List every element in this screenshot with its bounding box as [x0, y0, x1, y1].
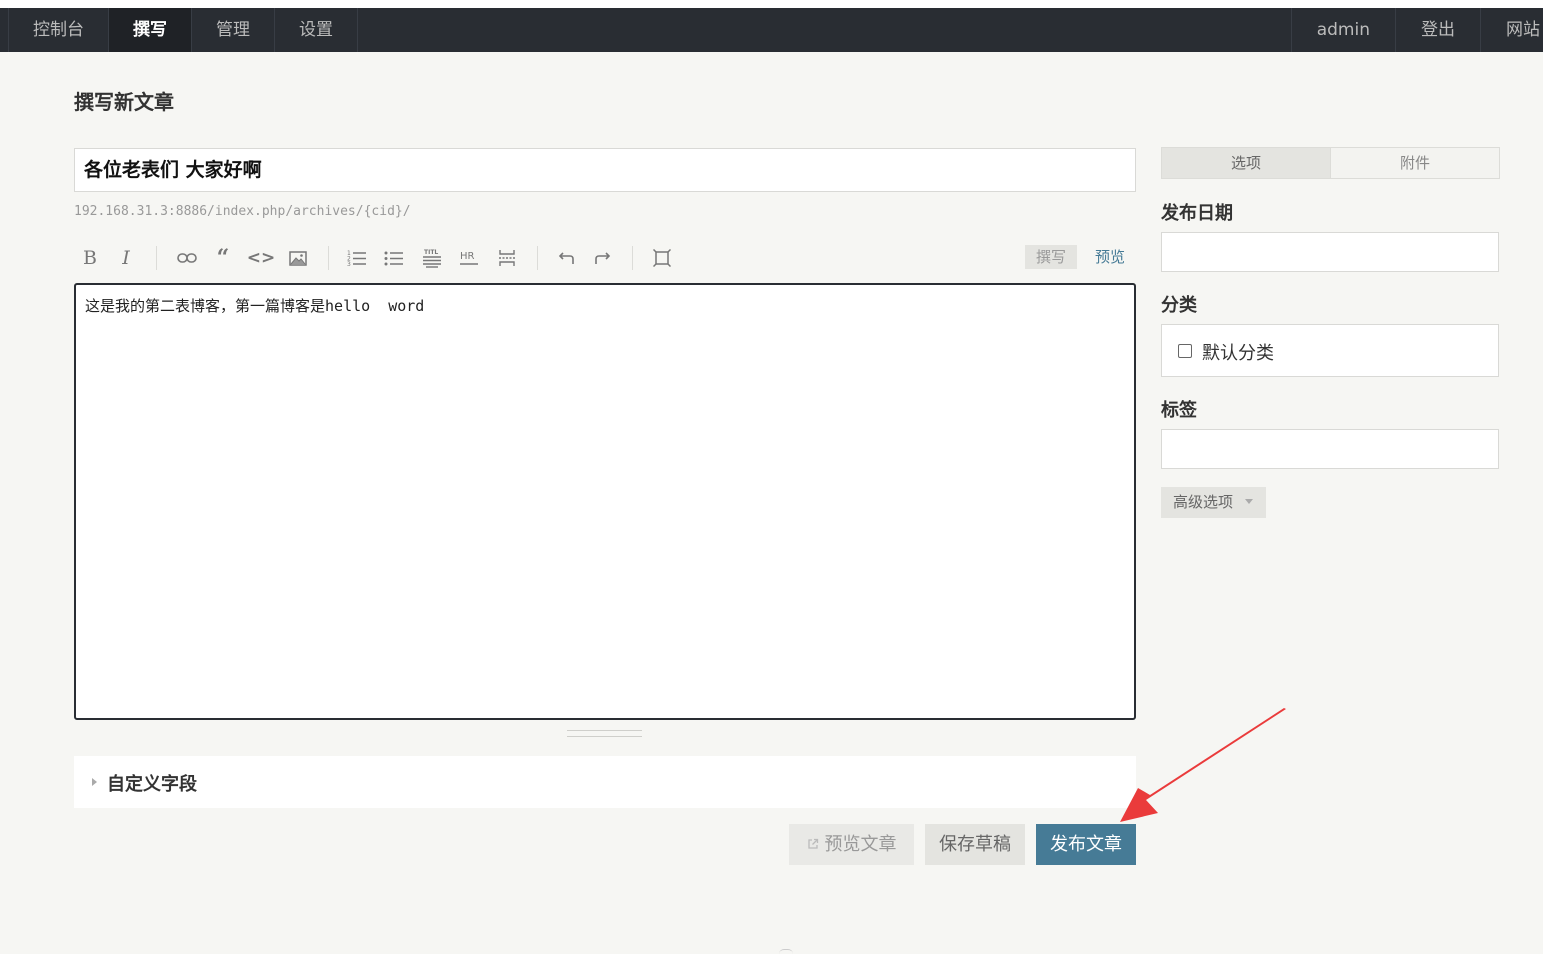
page-break-icon[interactable] — [493, 246, 521, 270]
svg-text:TITL: TITL — [424, 249, 438, 256]
editor-resize-handle[interactable] — [567, 730, 642, 737]
publish-date-input[interactable] — [1161, 232, 1499, 272]
quote-icon[interactable]: “ — [209, 245, 237, 271]
scroll-indicator — [779, 949, 793, 954]
category-label: 分类 — [1161, 295, 1197, 316]
main-menu: 控制台 撰写 管理 设置 — [8, 8, 358, 52]
permalink-text: 192.168.31.3:8886/index.php/archives/{ci… — [74, 204, 411, 219]
advanced-options-button[interactable]: 高级选项 — [1161, 487, 1266, 518]
advanced-options-label: 高级选项 — [1173, 493, 1234, 511]
nav-site[interactable]: 网站 — [1480, 8, 1543, 52]
unordered-list-icon[interactable] — [380, 246, 408, 270]
fullscreen-icon[interactable] — [648, 246, 676, 270]
top-navbar: 控制台 撰写 管理 设置 admin 登出 网站 — [0, 8, 1543, 52]
custom-fields-label: 自定义字段 — [107, 774, 197, 795]
nav-write[interactable]: 撰写 — [109, 8, 192, 52]
save-draft-button[interactable]: 保存草稿 — [925, 824, 1025, 865]
post-content-editor[interactable]: 这是我的第二表博客，第一篇博客是hello word — [74, 283, 1136, 720]
publish-button[interactable]: 发布文章 — [1036, 824, 1136, 865]
caret-right-icon — [92, 778, 97, 786]
tab-attachments[interactable]: 附件 — [1331, 148, 1499, 178]
toolbar-divider — [156, 246, 157, 270]
default-category-label[interactable]: 默认分类 — [1202, 339, 1274, 365]
toolbar-divider — [632, 246, 633, 270]
undo-icon[interactable] — [553, 246, 581, 270]
italic-button[interactable]: I — [112, 246, 140, 270]
horizontal-rule-icon[interactable]: HR — [455, 246, 483, 270]
page-title: 撰写新文章 — [74, 90, 174, 114]
custom-fields-toggle[interactable]: 自定义字段 — [74, 756, 1136, 808]
nav-user-admin[interactable]: admin — [1290, 8, 1395, 52]
link-icon[interactable] — [173, 246, 201, 270]
redo-icon[interactable] — [588, 246, 616, 270]
publish-date-label: 发布日期 — [1161, 203, 1233, 224]
nav-manage[interactable]: 管理 — [192, 8, 275, 52]
code-icon[interactable]: <> — [247, 246, 276, 270]
post-title-input[interactable]: 各位老表们 大家好啊 — [74, 148, 1136, 192]
tags-input[interactable] — [1161, 429, 1499, 469]
preview-post-button[interactable]: 预览文章 — [789, 824, 914, 865]
default-category-checkbox[interactable] — [1178, 344, 1192, 358]
editor-toolbar: B I “ <> 123 TITL HR 撰写 预览 — [74, 240, 1136, 276]
ordered-list-icon[interactable]: 123 — [343, 246, 371, 270]
category-list: 默认分类 — [1161, 324, 1499, 377]
nav-settings[interactable]: 设置 — [275, 8, 358, 52]
preview-post-label: 预览文章 — [824, 834, 897, 855]
svg-text:3: 3 — [347, 261, 351, 267]
bold-button[interactable]: B — [76, 246, 104, 270]
caret-down-icon — [1245, 499, 1253, 504]
toolbar-divider — [537, 246, 538, 270]
image-icon[interactable] — [284, 246, 312, 270]
heading-icon[interactable]: TITL — [418, 246, 446, 270]
sidebar-tabs: 选项 附件 — [1161, 147, 1500, 179]
toolbar-divider — [328, 246, 329, 270]
window-top-strip — [0, 0, 1543, 8]
user-menu: admin 登出 网站 — [1290, 8, 1543, 52]
tab-options[interactable]: 选项 — [1162, 148, 1331, 178]
nav-logout[interactable]: 登出 — [1395, 8, 1480, 52]
write-mode-tab[interactable]: 撰写 — [1025, 245, 1077, 269]
nav-dashboard[interactable]: 控制台 — [9, 8, 109, 52]
preview-mode-tab[interactable]: 预览 — [1089, 245, 1131, 269]
tags-label: 标签 — [1161, 400, 1197, 421]
svg-text:HR: HR — [460, 251, 475, 262]
external-link-icon — [807, 826, 819, 867]
